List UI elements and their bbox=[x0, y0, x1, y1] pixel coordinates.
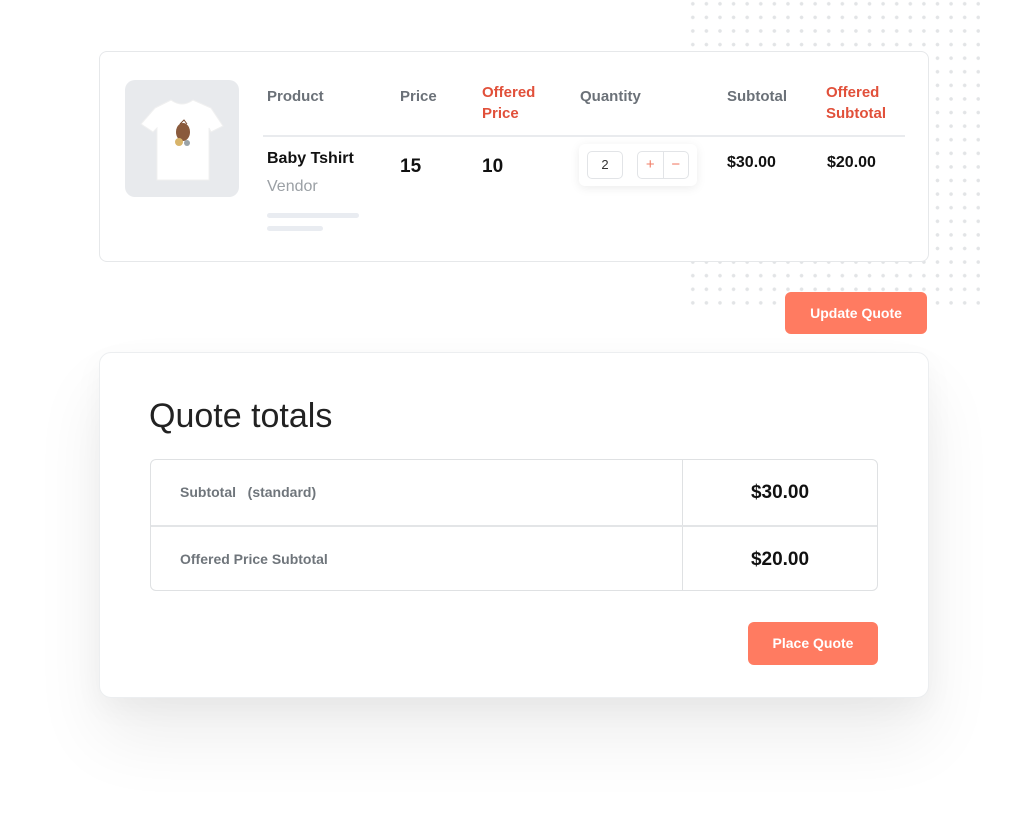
totals-row-label: Offered Price Subtotal bbox=[180, 551, 328, 567]
column-header-offered-price-line2: Price bbox=[482, 105, 519, 122]
quote-totals-title: Quote totals bbox=[149, 397, 333, 435]
totals-row: Subtotal (standard) $30.00 bbox=[151, 460, 877, 525]
minus-icon[interactable]: − bbox=[662, 152, 689, 178]
quantity-control: 2 + − bbox=[579, 144, 697, 186]
item-offered-subtotal: $20.00 bbox=[827, 154, 876, 171]
quantity-input[interactable]: 2 bbox=[587, 151, 623, 179]
totals-row-value: $20.00 bbox=[750, 549, 810, 570]
placeholder-line bbox=[267, 213, 359, 218]
product-offered-price: 10 bbox=[482, 156, 504, 177]
column-header-offered-price: Offered Price bbox=[482, 82, 535, 124]
product-vendor: Vendor bbox=[267, 178, 318, 195]
column-header-subtotal: Subtotal bbox=[727, 88, 787, 105]
column-header-price: Price bbox=[400, 88, 437, 105]
quantity-stepper: + − bbox=[637, 151, 689, 179]
column-header-offered-subtotal: Offered Subtotal bbox=[826, 82, 886, 124]
column-header-offered-subtotal-line2: Subtotal bbox=[826, 105, 886, 122]
quote-totals-card: Quote totals Subtotal (standard) $30.00 … bbox=[99, 352, 929, 698]
quote-cart-card: Product Price Offered Price Quantity Sub… bbox=[99, 51, 929, 262]
header-divider bbox=[263, 135, 905, 137]
column-header-product: Product bbox=[267, 88, 324, 105]
item-subtotal: $30.00 bbox=[727, 154, 776, 171]
product-image[interactable] bbox=[125, 80, 239, 197]
placeholder-line bbox=[267, 226, 323, 231]
place-quote-button[interactable]: Place Quote bbox=[748, 622, 878, 665]
product-name[interactable]: Baby Tshirt bbox=[267, 150, 354, 168]
quote-totals-table: Subtotal (standard) $30.00 Offered Price… bbox=[150, 459, 878, 591]
totals-row: Offered Price Subtotal $20.00 bbox=[151, 525, 877, 590]
column-header-offered-subtotal-line1: Offered bbox=[826, 84, 880, 101]
plus-icon[interactable]: + bbox=[638, 152, 663, 178]
column-header-quantity: Quantity bbox=[580, 88, 641, 105]
column-header-offered-price-line1: Offered bbox=[482, 84, 536, 101]
tshirt-icon bbox=[140, 99, 224, 181]
totals-row-value: $30.00 bbox=[750, 482, 810, 503]
update-quote-button[interactable]: Update Quote bbox=[785, 292, 927, 334]
totals-row-label: Subtotal (standard) bbox=[180, 484, 317, 500]
product-price: 15 bbox=[400, 156, 422, 177]
